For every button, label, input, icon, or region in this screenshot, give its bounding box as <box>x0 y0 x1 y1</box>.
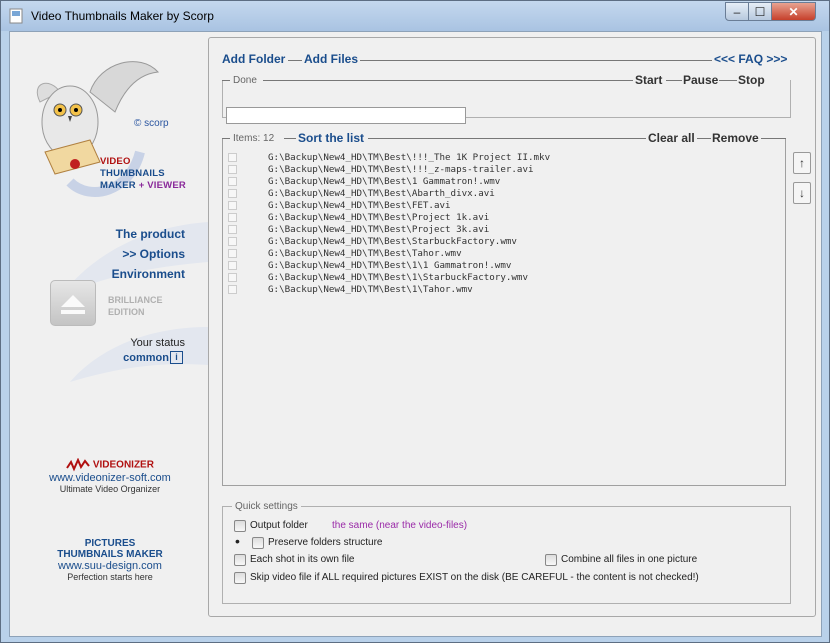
each-shot-label: Each shot in its own file <box>250 554 355 565</box>
list-item-checkbox[interactable] <box>228 201 237 210</box>
credit-text: © scorp <box>134 118 169 129</box>
preserve-structure-checkbox[interactable] <box>252 537 264 549</box>
list-item-checkbox[interactable] <box>228 189 237 198</box>
list-item-path: G:\Backup\New4_HD\TM\Best\!!!_The 1K Pro… <box>268 152 551 163</box>
pictures-ad[interactable]: PICTURES THUMBNAILS MAKER www.suu-design… <box>10 538 210 582</box>
list-item-path: G:\Backup\New4_HD\TM\Best\!!!_z-maps-tra… <box>268 164 534 175</box>
skip-existing-label: Skip video file if ALL required pictures… <box>250 572 699 583</box>
add-files-button[interactable]: Add Files <box>304 52 358 66</box>
brilliance-upgrade-button[interactable] <box>50 280 96 326</box>
list-item-path: G:\Backup\New4_HD\TM\Best\1\1 Gammatron!… <box>268 260 512 271</box>
output-folder-checkbox[interactable] <box>234 520 246 532</box>
list-item-path: G:\Backup\New4_HD\TM\Best\1\Tahor.wmv <box>268 284 473 295</box>
output-folder-value[interactable]: the same (near the video-files) <box>332 520 467 531</box>
nav-product-link[interactable]: The product <box>116 227 185 241</box>
list-item-path: G:\Backup\New4_HD\TM\Best\Abarth_divx.av… <box>268 188 495 199</box>
group-border <box>368 138 646 139</box>
title-bar[interactable]: Video Thumbnails Maker by Scorp – ☐ ✕ <box>1 1 829 31</box>
progress-bar <box>226 107 466 124</box>
group-border <box>222 80 230 81</box>
main-panel: Add Folder Add Files <<< FAQ >>> Done St… <box>208 32 821 636</box>
pictures-url[interactable]: www.suu-design.com <box>10 560 210 572</box>
product-brand: VIDEO THUMBNAILS MAKER + VIEWER <box>100 156 186 192</box>
status-value: common <box>123 352 169 364</box>
move-up-button[interactable]: ↑ <box>793 152 811 174</box>
pictures-slogan: Perfection starts here <box>67 572 153 582</box>
videonizer-slogan: Ultimate Video Organizer <box>59 484 161 494</box>
faq-link[interactable]: <<< FAQ >>> <box>714 52 787 66</box>
brand-line-1: VIDEO <box>100 156 131 167</box>
brand-line-3a: MAKER <box>100 180 136 191</box>
list-item-checkbox[interactable] <box>228 249 237 258</box>
preserve-structure-label: Preserve folders structure <box>268 537 383 548</box>
videonizer-logo-icon <box>66 457 90 472</box>
brilliance-label: BRILLIANCE EDITION <box>108 294 163 318</box>
maximize-button[interactable]: ☐ <box>748 2 772 21</box>
start-button[interactable]: Start <box>635 73 662 87</box>
bullet: • <box>235 533 240 549</box>
app-window: Video Thumbnails Maker by Scorp – ☐ ✕ © … <box>0 0 830 643</box>
app-icon <box>9 8 23 24</box>
videonizer-url[interactable]: www.videonizer-soft.com <box>10 472 210 484</box>
remove-button[interactable]: Remove <box>712 131 759 145</box>
quick-settings-title: Quick settings <box>232 501 301 512</box>
videonizer-title: VIDEONIZER <box>92 459 154 471</box>
list-item-checkbox[interactable] <box>228 177 237 186</box>
status-label: Your status <box>130 337 185 349</box>
group-border <box>284 138 296 139</box>
list-item-checkbox[interactable] <box>228 225 237 234</box>
list-item-checkbox[interactable] <box>228 153 237 162</box>
items-count: Items: 12 <box>233 133 275 144</box>
separator-line <box>360 60 712 61</box>
eject-icon <box>61 295 85 314</box>
list-item-path: G:\Backup\New4_HD\TM\Best\Project 3k.avi <box>268 224 490 235</box>
brand-line-3b: + VIEWER <box>138 180 186 191</box>
sidebar: © scorp VIDEO THUMBNAILS MAKER + VIEWER … <box>10 32 210 636</box>
skip-existing-checkbox[interactable] <box>234 572 246 584</box>
info-icon[interactable]: i <box>170 351 183 364</box>
close-button[interactable]: ✕ <box>771 2 816 21</box>
separator-line <box>288 60 302 61</box>
list-item-path: G:\Backup\New4_HD\TM\Best\FET.avi <box>268 200 451 211</box>
list-item-path: G:\Backup\New4_HD\TM\Best\1\StarbuckFact… <box>268 272 528 283</box>
group-border <box>263 80 633 81</box>
group-border <box>666 80 682 81</box>
list-item-checkbox[interactable] <box>228 213 237 222</box>
brilliance-line-1: BRILLIANCE <box>108 295 163 305</box>
output-folder-label: Output folder <box>250 520 308 531</box>
videonizer-ad[interactable]: VIDEONIZER www.videonizer-soft.com Ultim… <box>10 457 210 494</box>
minimize-button[interactable]: – <box>725 2 749 21</box>
stop-button[interactable]: Stop <box>738 73 765 87</box>
combine-checkbox[interactable] <box>545 554 557 566</box>
group-border <box>222 138 230 139</box>
list-item-checkbox[interactable] <box>228 237 237 246</box>
list-item-checkbox[interactable] <box>228 285 237 294</box>
pause-button[interactable]: Pause <box>683 73 718 87</box>
pictures-title-2: THUMBNAILS MAKER <box>57 549 163 560</box>
nav-options-link[interactable]: >> Options <box>122 247 185 261</box>
client-area: © scorp VIDEO THUMBNAILS MAKER + VIEWER … <box>9 31 822 637</box>
nav-environment-link[interactable]: Environment <box>112 267 185 281</box>
group-border <box>697 138 711 139</box>
list-item-checkbox[interactable] <box>228 165 237 174</box>
window-title: Video Thumbnails Maker by Scorp <box>31 9 214 23</box>
brilliance-line-2: EDITION <box>108 307 145 317</box>
list-item-path: G:\Backup\New4_HD\TM\Best\StarbuckFactor… <box>268 236 517 247</box>
combine-label: Combine all files in one picture <box>561 554 698 565</box>
list-item-path: G:\Backup\New4_HD\TM\Best\Project 1k.avi <box>268 212 490 223</box>
group-border <box>719 80 737 81</box>
list-item-checkbox[interactable] <box>228 261 237 270</box>
sort-list-button[interactable]: Sort the list <box>298 131 364 145</box>
progress-status: Done <box>233 75 257 86</box>
list-item-checkbox[interactable] <box>228 273 237 282</box>
list-item-path: G:\Backup\New4_HD\TM\Best\Tahor.wmv <box>268 248 462 259</box>
pictures-title-1: PICTURES <box>84 538 136 549</box>
move-down-button[interactable]: ↓ <box>793 182 811 204</box>
each-shot-checkbox[interactable] <box>234 554 246 566</box>
brand-line-2: THUMBNAILS <box>100 168 165 179</box>
list-item-path: G:\Backup\New4_HD\TM\Best\1 Gammatron!.w… <box>268 176 501 187</box>
add-folder-button[interactable]: Add Folder <box>222 52 285 66</box>
clear-all-button[interactable]: Clear all <box>648 131 695 145</box>
group-border <box>761 138 786 139</box>
